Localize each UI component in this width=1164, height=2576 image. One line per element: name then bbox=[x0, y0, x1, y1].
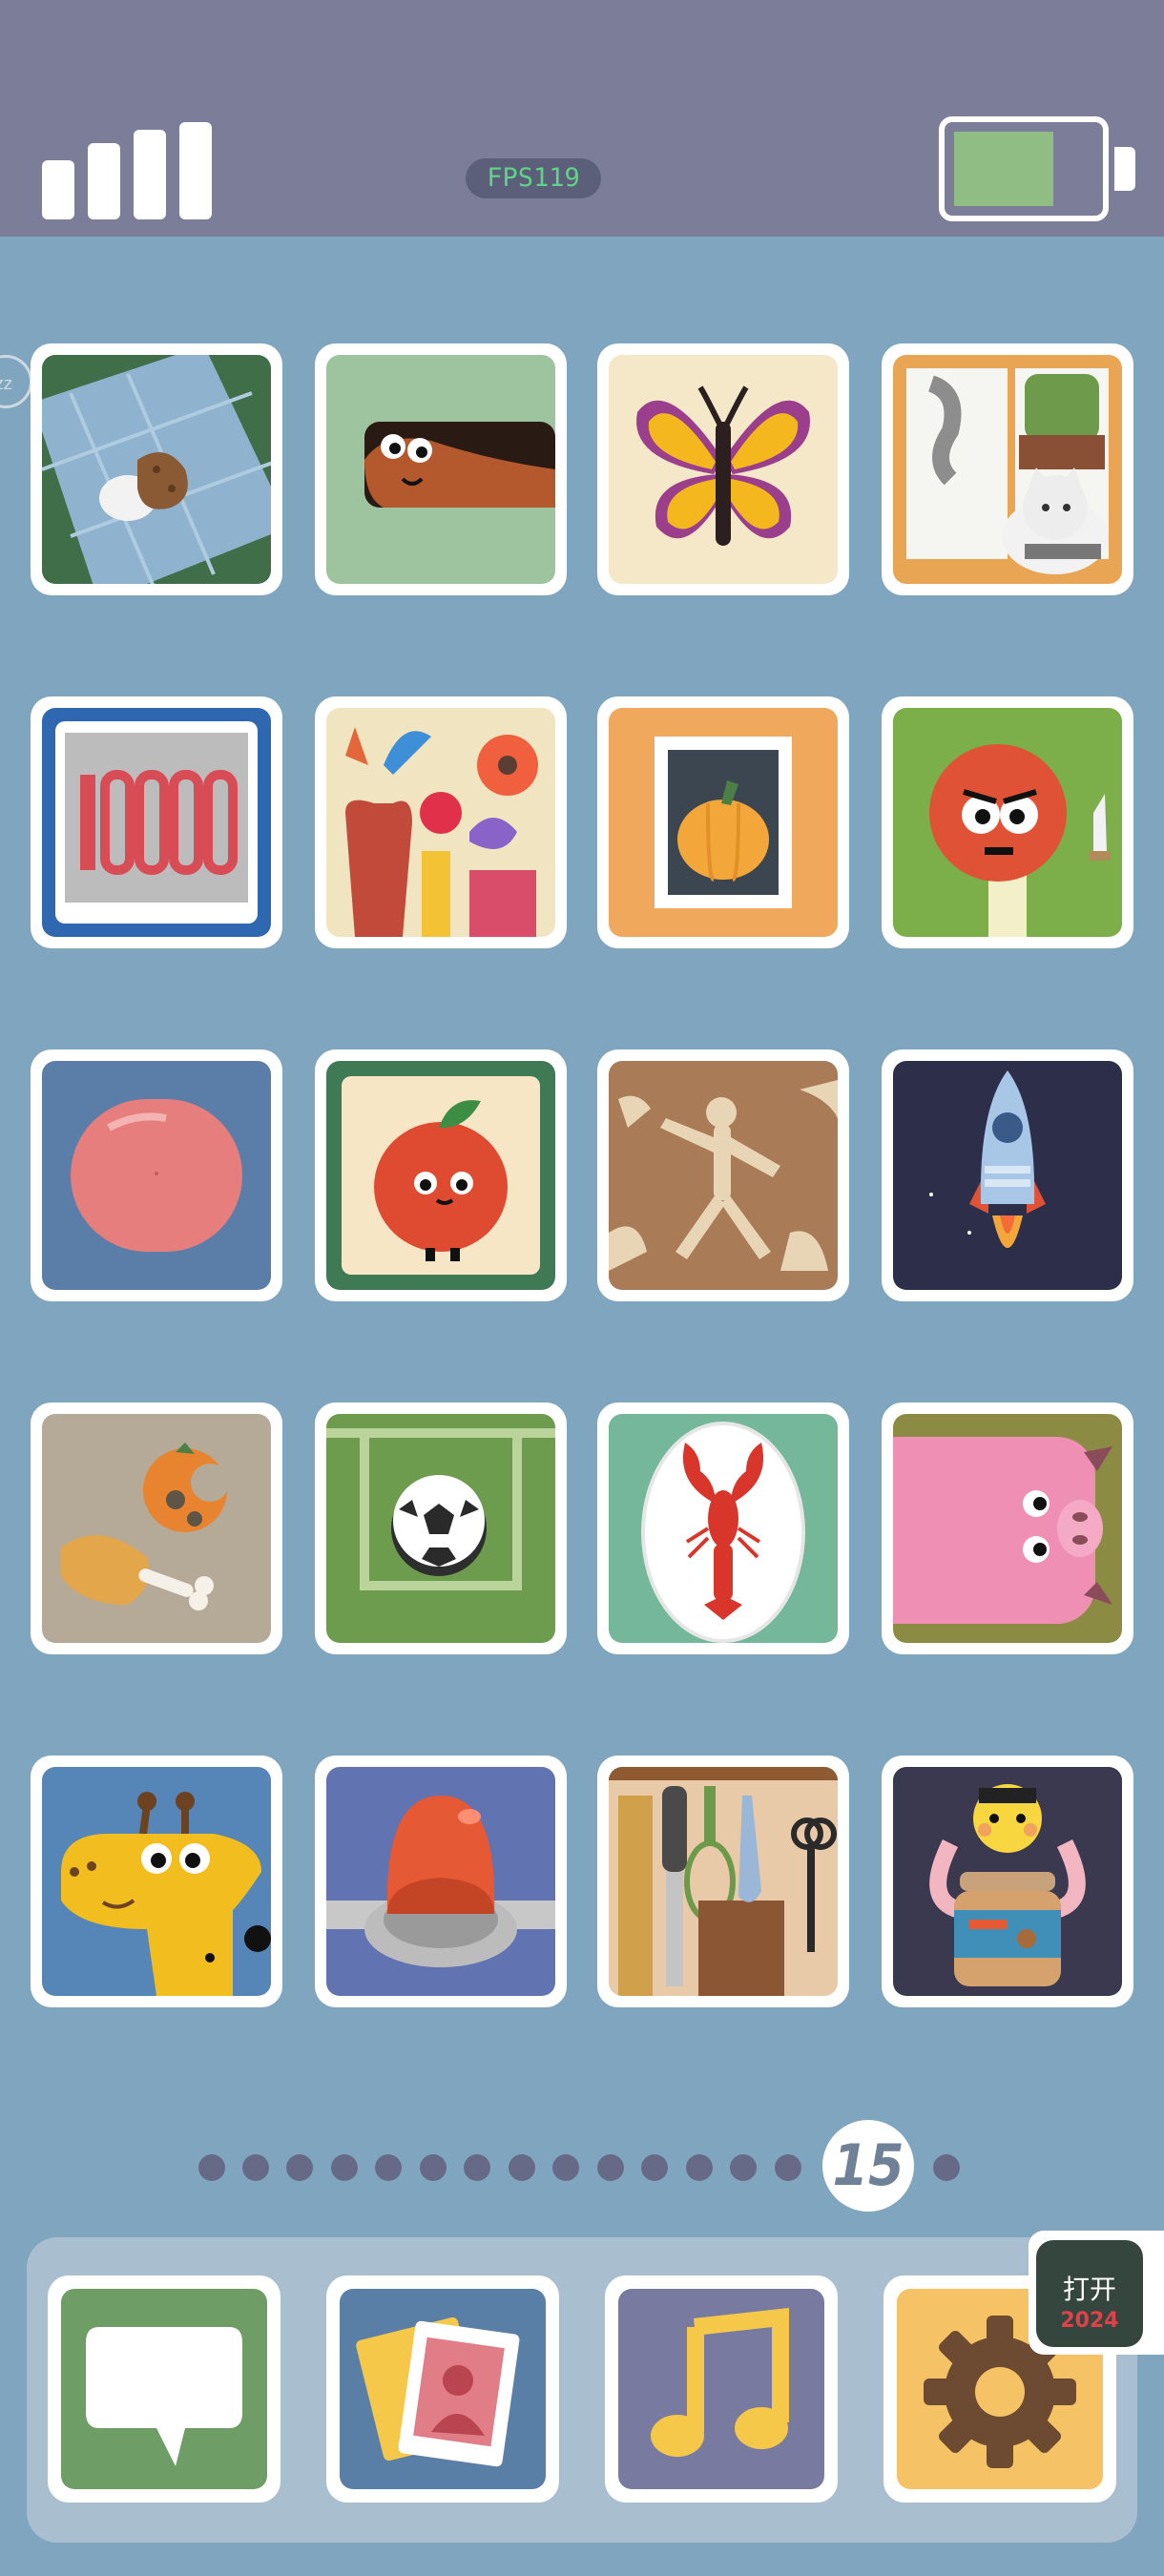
page-dot[interactable] bbox=[464, 2154, 490, 2181]
app-pumpkin-stamp[interactable] bbox=[597, 696, 849, 948]
app-cave-drawing[interactable] bbox=[597, 1049, 849, 1301]
app-alarm-button[interactable] bbox=[315, 1755, 567, 2007]
fps-counter: FPS119 bbox=[466, 158, 601, 198]
app-counter-10000[interactable] bbox=[31, 696, 282, 948]
tomato-character-icon bbox=[326, 1061, 555, 1290]
page-dot[interactable] bbox=[775, 2154, 801, 2181]
cave-drawing-icon bbox=[609, 1061, 838, 1290]
page-dot[interactable] bbox=[286, 2154, 313, 2181]
page-dot[interactable] bbox=[420, 2154, 447, 2181]
red-monster-with-knife-icon bbox=[893, 708, 1122, 937]
page-dot[interactable] bbox=[641, 2154, 668, 2181]
current-page-number: 15 bbox=[822, 2120, 914, 2212]
page-indicator: 15 bbox=[0, 2120, 1164, 2215]
page-dot[interactable] bbox=[331, 2154, 358, 2181]
app-pink-blob[interactable] bbox=[31, 1049, 282, 1301]
app-giraffe[interactable] bbox=[31, 1755, 282, 2007]
page-dot[interactable] bbox=[686, 2154, 713, 2181]
butterfly-icon bbox=[609, 355, 838, 584]
lobster-plate-icon bbox=[609, 1414, 838, 1643]
dock bbox=[27, 2237, 1137, 2543]
app-tomato[interactable] bbox=[315, 1049, 567, 1301]
page-dot[interactable] bbox=[933, 2154, 960, 2181]
messages-icon bbox=[61, 2289, 267, 2489]
app-soccer[interactable] bbox=[315, 1402, 567, 1654]
app-rocket[interactable] bbox=[882, 1049, 1133, 1301]
app-red-monster[interactable] bbox=[882, 696, 1133, 948]
pink-blob-icon bbox=[42, 1061, 271, 1290]
counter-10000-icon bbox=[42, 708, 271, 937]
music-icon bbox=[618, 2289, 824, 2489]
dock-photos[interactable] bbox=[326, 2275, 559, 2503]
orange-and-chicken-leftovers-icon bbox=[42, 1414, 271, 1643]
rocket-icon bbox=[893, 1061, 1122, 1290]
app-butterfly[interactable] bbox=[597, 343, 849, 595]
app-cookie-on-napkin[interactable] bbox=[31, 343, 282, 595]
page-dot[interactable] bbox=[375, 2154, 402, 2181]
page-dot[interactable] bbox=[198, 2154, 225, 2181]
dock-messages[interactable] bbox=[48, 2275, 281, 2503]
app-bee-peanut-butter[interactable] bbox=[882, 1755, 1133, 2007]
soccer-ball-field-icon bbox=[326, 1414, 555, 1643]
bee-peanut-butter-jar-icon bbox=[893, 1767, 1122, 1996]
cat-and-cactus-window-icon bbox=[893, 355, 1122, 584]
photos-icon bbox=[340, 2289, 546, 2489]
signal-strength-icon bbox=[42, 118, 214, 219]
flower-vases-icon bbox=[326, 708, 555, 937]
snake-peeking-icon bbox=[326, 355, 555, 584]
status-bar: FPS119 bbox=[0, 0, 1164, 237]
app-lobster[interactable] bbox=[597, 1402, 849, 1654]
battery-icon bbox=[939, 116, 1135, 221]
app-cat-cactus-window[interactable] bbox=[882, 343, 1133, 595]
dock-music[interactable] bbox=[605, 2275, 838, 2503]
pig-icon bbox=[893, 1414, 1122, 1643]
floating-open-widget[interactable]: 打开 2024 bbox=[1029, 2231, 1164, 2355]
page-dot[interactable] bbox=[730, 2154, 757, 2181]
app-snake-peeking[interactable] bbox=[315, 343, 567, 595]
alarm-button-icon bbox=[326, 1767, 555, 1996]
giraffe-icon bbox=[42, 1767, 271, 1996]
sleep-badge[interactable]: zz bbox=[0, 355, 32, 408]
pumpkin-stamp-icon bbox=[609, 708, 838, 937]
app-orange-chicken[interactable] bbox=[31, 1402, 282, 1654]
page-dot[interactable] bbox=[597, 2154, 624, 2181]
app-flower-vases[interactable] bbox=[315, 696, 567, 948]
app-kitchen-utensils[interactable] bbox=[597, 1755, 849, 2007]
app-pig[interactable] bbox=[882, 1402, 1133, 1654]
page-dot[interactable] bbox=[552, 2154, 579, 2181]
year-label: 2024 bbox=[1060, 2309, 1119, 2333]
cookie-on-napkin-icon bbox=[42, 355, 271, 584]
page-dot[interactable] bbox=[509, 2154, 535, 2181]
kitchen-utensils-icon bbox=[609, 1767, 838, 1996]
game-2024-icon[interactable]: 打开 2024 bbox=[1036, 2240, 1143, 2347]
page-dot[interactable] bbox=[242, 2154, 269, 2181]
open-label: 打开 bbox=[1062, 2274, 1116, 2305]
